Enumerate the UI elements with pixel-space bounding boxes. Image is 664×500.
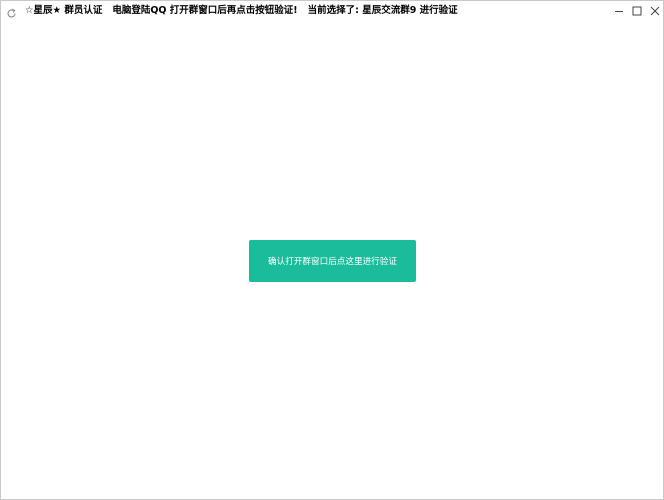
verify-button[interactable]: 确认打开群窗口后点这里进行验证: [249, 240, 416, 282]
maximize-icon: [632, 6, 642, 16]
close-icon: [650, 6, 660, 16]
title-instruction: 电脑登陆QQ 打开群窗口后再点击按钮验证!: [112, 5, 298, 16]
close-button[interactable]: [647, 3, 663, 19]
title-app-name: ☆星辰★ 群员认证: [25, 5, 103, 16]
minimize-button[interactable]: [611, 3, 627, 19]
refresh-icon: [6, 4, 17, 18]
maximize-button[interactable]: [629, 3, 645, 19]
minimize-icon: [614, 6, 624, 16]
window-title: ☆星辰★ 群员认证 电脑登陆QQ 打开群窗口后再点击按钮验证! 当前选择了: 星辰交…: [25, 4, 458, 17]
app-window: ☆星辰★ 群员认证 电脑登陆QQ 打开群窗口后再点击按钮验证! 当前选择了: 星辰交…: [0, 0, 664, 500]
title-bar[interactable]: ☆星辰★ 群员认证 电脑登陆QQ 打开群窗口后再点击按钮验证! 当前选择了: 星辰交…: [1, 1, 663, 21]
title-current-selection: 当前选择了: 星辰交流群9 进行验证: [307, 5, 458, 16]
